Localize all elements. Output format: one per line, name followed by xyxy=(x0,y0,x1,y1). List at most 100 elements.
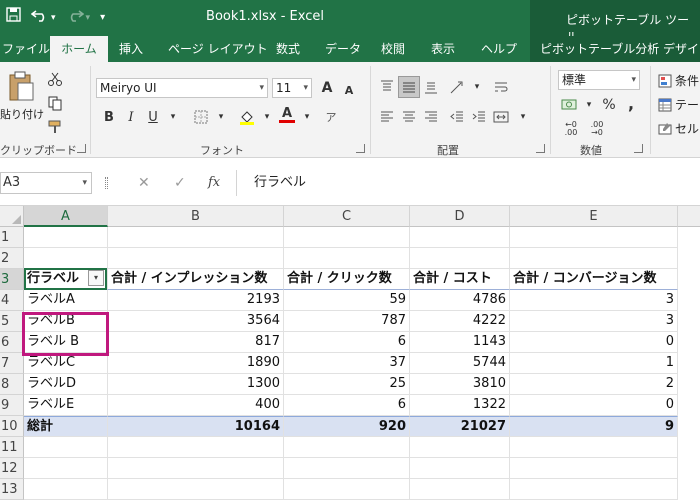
cell[interactable] xyxy=(284,437,410,458)
table-cell[interactable]: 1322 xyxy=(410,395,510,416)
tab-design[interactable]: デザイン xyxy=(663,36,700,62)
cell[interactable] xyxy=(108,248,284,269)
pivot-grand-total-label[interactable]: 総計 xyxy=(24,416,108,437)
pivot-grand-total-cell[interactable]: 10164 xyxy=(108,416,284,437)
pivot-row-label[interactable]: ラベルD xyxy=(24,374,108,395)
shrink-font-button[interactable]: A xyxy=(338,79,360,101)
orientation-dropdown-icon[interactable]: ▾ xyxy=(466,76,488,98)
clipboard-launcher-icon[interactable] xyxy=(77,144,86,153)
cell[interactable] xyxy=(410,437,510,458)
font-color-button[interactable]: A xyxy=(276,104,298,126)
cell[interactable] xyxy=(510,479,678,500)
row-header[interactable]: 8 xyxy=(0,374,24,395)
cell[interactable] xyxy=(24,437,108,458)
table-cell[interactable]: 3 xyxy=(510,290,678,311)
tab-page-layout[interactable]: ページ レイアウト xyxy=(168,36,268,62)
tab-data[interactable]: データ xyxy=(325,36,361,62)
cell[interactable] xyxy=(284,227,410,248)
column-header-b[interactable]: B xyxy=(108,206,284,227)
cell[interactable] xyxy=(410,458,510,479)
align-bottom-icon[interactable] xyxy=(420,76,442,98)
enter-icon[interactable]: ✓ xyxy=(174,172,186,194)
align-right-icon[interactable] xyxy=(420,106,442,128)
cell[interactable] xyxy=(284,458,410,479)
row-header[interactable]: 6 xyxy=(0,332,24,353)
merge-center-icon[interactable] xyxy=(490,106,512,128)
column-header-c[interactable]: C xyxy=(284,206,410,227)
pivot-column-header[interactable]: 合計 / クリック数 xyxy=(284,269,410,290)
underline-button[interactable]: U xyxy=(142,106,164,128)
tab-insert[interactable]: 挿入 xyxy=(119,36,143,62)
cell[interactable] xyxy=(510,458,678,479)
cell[interactable] xyxy=(510,248,678,269)
table-cell[interactable]: 6 xyxy=(284,332,410,353)
table-cell[interactable]: 1300 xyxy=(108,374,284,395)
align-top-icon[interactable] xyxy=(376,76,398,98)
column-header-a[interactable]: A xyxy=(24,206,108,227)
pivot-grand-total-cell[interactable]: 21027 xyxy=(410,416,510,437)
table-cell[interactable]: 25 xyxy=(284,374,410,395)
paste-button[interactable] xyxy=(6,68,36,104)
insert-function-icon[interactable]: fx xyxy=(208,172,220,194)
name-box[interactable]: A3 ▾ xyxy=(0,172,92,194)
merge-dropdown-icon[interactable]: ▾ xyxy=(512,106,534,128)
filter-dropdown-icon[interactable]: ▾ xyxy=(88,270,104,286)
align-middle-icon[interactable] xyxy=(398,76,420,98)
decrease-decimal-icon[interactable]: .00 →0 xyxy=(586,118,608,140)
table-cell[interactable]: 4222 xyxy=(410,311,510,332)
conditional-formatting-button[interactable]: 条件 xyxy=(658,72,699,89)
comma-style-button[interactable]: , xyxy=(620,92,642,114)
table-cell[interactable]: 3564 xyxy=(108,311,284,332)
table-cell[interactable]: 3810 xyxy=(410,374,510,395)
table-cell[interactable]: 2193 xyxy=(108,290,284,311)
cell[interactable] xyxy=(24,458,108,479)
table-cell[interactable]: 1 xyxy=(510,353,678,374)
pivot-column-header[interactable]: 合計 / コンバージョン数 xyxy=(510,269,678,290)
row-header[interactable]: 10 xyxy=(0,416,24,437)
grow-font-button[interactable]: A xyxy=(316,77,338,99)
cell[interactable] xyxy=(510,227,678,248)
table-cell[interactable]: 3 xyxy=(510,311,678,332)
number-launcher-icon[interactable] xyxy=(634,144,643,153)
font-size-combo[interactable]: 11 ▾ xyxy=(272,78,312,98)
format-painter-icon[interactable] xyxy=(44,116,66,138)
alignment-launcher-icon[interactable] xyxy=(536,144,545,153)
pivot-column-header[interactable]: 合計 / コスト xyxy=(410,269,510,290)
table-cell[interactable]: 59 xyxy=(284,290,410,311)
row-header[interactable]: 11 xyxy=(0,437,24,458)
row-header[interactable]: 1 xyxy=(0,227,24,248)
pivot-grand-total-cell[interactable]: 9 xyxy=(510,416,678,437)
row-header[interactable]: 5 xyxy=(0,311,24,332)
row-header[interactable]: 3 xyxy=(0,269,24,290)
cell[interactable] xyxy=(108,479,284,500)
cell[interactable] xyxy=(284,479,410,500)
formula-input[interactable]: 行ラベル xyxy=(238,172,700,194)
accounting-dropdown-icon[interactable]: ▾ xyxy=(578,94,600,116)
cancel-icon[interactable]: ✕ xyxy=(138,172,150,194)
table-cell[interactable]: 5744 xyxy=(410,353,510,374)
tab-file[interactable]: ファイル xyxy=(2,36,50,62)
align-center-icon[interactable] xyxy=(398,106,420,128)
wrap-text-icon[interactable] xyxy=(490,76,512,98)
cell[interactable] xyxy=(24,479,108,500)
cell[interactable] xyxy=(284,248,410,269)
table-cell[interactable]: 787 xyxy=(284,311,410,332)
cell[interactable] xyxy=(24,248,108,269)
italic-button[interactable]: I xyxy=(120,106,142,128)
row-header[interactable]: 13 xyxy=(0,479,24,500)
tab-home[interactable]: ホーム xyxy=(50,36,108,63)
table-cell[interactable]: 1890 xyxy=(108,353,284,374)
row-header[interactable]: 12 xyxy=(0,458,24,479)
column-header-f[interactable] xyxy=(678,206,700,227)
accounting-format-icon[interactable] xyxy=(558,94,580,116)
row-header[interactable]: 4 xyxy=(0,290,24,311)
column-header-d[interactable]: D xyxy=(410,206,510,227)
font-color-dropdown-icon[interactable]: ▾ xyxy=(296,106,318,128)
cell[interactable] xyxy=(410,248,510,269)
row-header[interactable]: 7 xyxy=(0,353,24,374)
percent-style-button[interactable]: % xyxy=(598,94,620,116)
font-launcher-icon[interactable] xyxy=(356,144,365,153)
cell[interactable] xyxy=(108,437,284,458)
cell[interactable] xyxy=(24,227,108,248)
number-format-combo[interactable]: 標準 ▾ xyxy=(558,70,640,90)
